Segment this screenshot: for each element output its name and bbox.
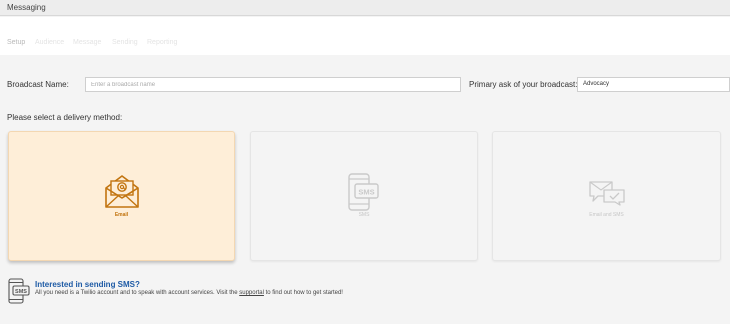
primary-ask-value: Advocacy <box>583 81 610 87</box>
delivery-option-label: Email <box>114 212 129 218</box>
phone-sms-icon: SMS <box>348 173 380 216</box>
broadcast-name-label: Broadcast Name: <box>7 80 69 89</box>
broadcast-name-input[interactable] <box>85 77 461 92</box>
email-envelope-icon <box>103 172 141 215</box>
tab-sending[interactable]: Sending <box>112 39 138 46</box>
svg-text:SMS: SMS <box>15 289 27 295</box>
chat-bubbles-icon <box>588 180 626 211</box>
tab-message[interactable]: Message <box>73 39 101 46</box>
tab-audience[interactable]: Audience <box>35 39 64 46</box>
primary-ask-select[interactable]: Advocacy <box>577 77 730 92</box>
page-header: Messaging <box>0 0 730 16</box>
delivery-option-email[interactable]: Email <box>8 131 235 261</box>
tab-reporting[interactable]: Reporting <box>147 39 177 46</box>
sms-note-text-after: to find out how to get started! <box>263 290 343 296</box>
page-title: Messaging <box>7 3 46 12</box>
primary-ask-label: Primary ask of your broadcast: <box>469 80 578 89</box>
delivery-option-email-sms[interactable]: Email and SMS <box>492 131 721 261</box>
delivery-method-prompt: Please select a delivery method: <box>7 113 123 122</box>
phone-sms-icon: SMS <box>8 278 30 309</box>
sms-note-title: Interested in sending SMS? <box>35 280 140 289</box>
delivery-option-label: Email and SMS <box>589 212 624 218</box>
delivery-option-label: SMS <box>358 212 370 218</box>
sms-note-text-before: All you need is a Twilio account and to … <box>35 290 240 296</box>
supportal-link[interactable]: supportal <box>239 290 264 296</box>
tab-setup[interactable]: Setup <box>7 39 25 46</box>
delivery-option-sms[interactable]: SMS SMS <box>250 131 478 261</box>
svg-text:SMS: SMS <box>358 188 374 197</box>
step-tabs: Setup Audience Message Sending Reporting <box>0 17 730 55</box>
sms-note-text: All you need is a Twilio account and to … <box>35 290 343 296</box>
